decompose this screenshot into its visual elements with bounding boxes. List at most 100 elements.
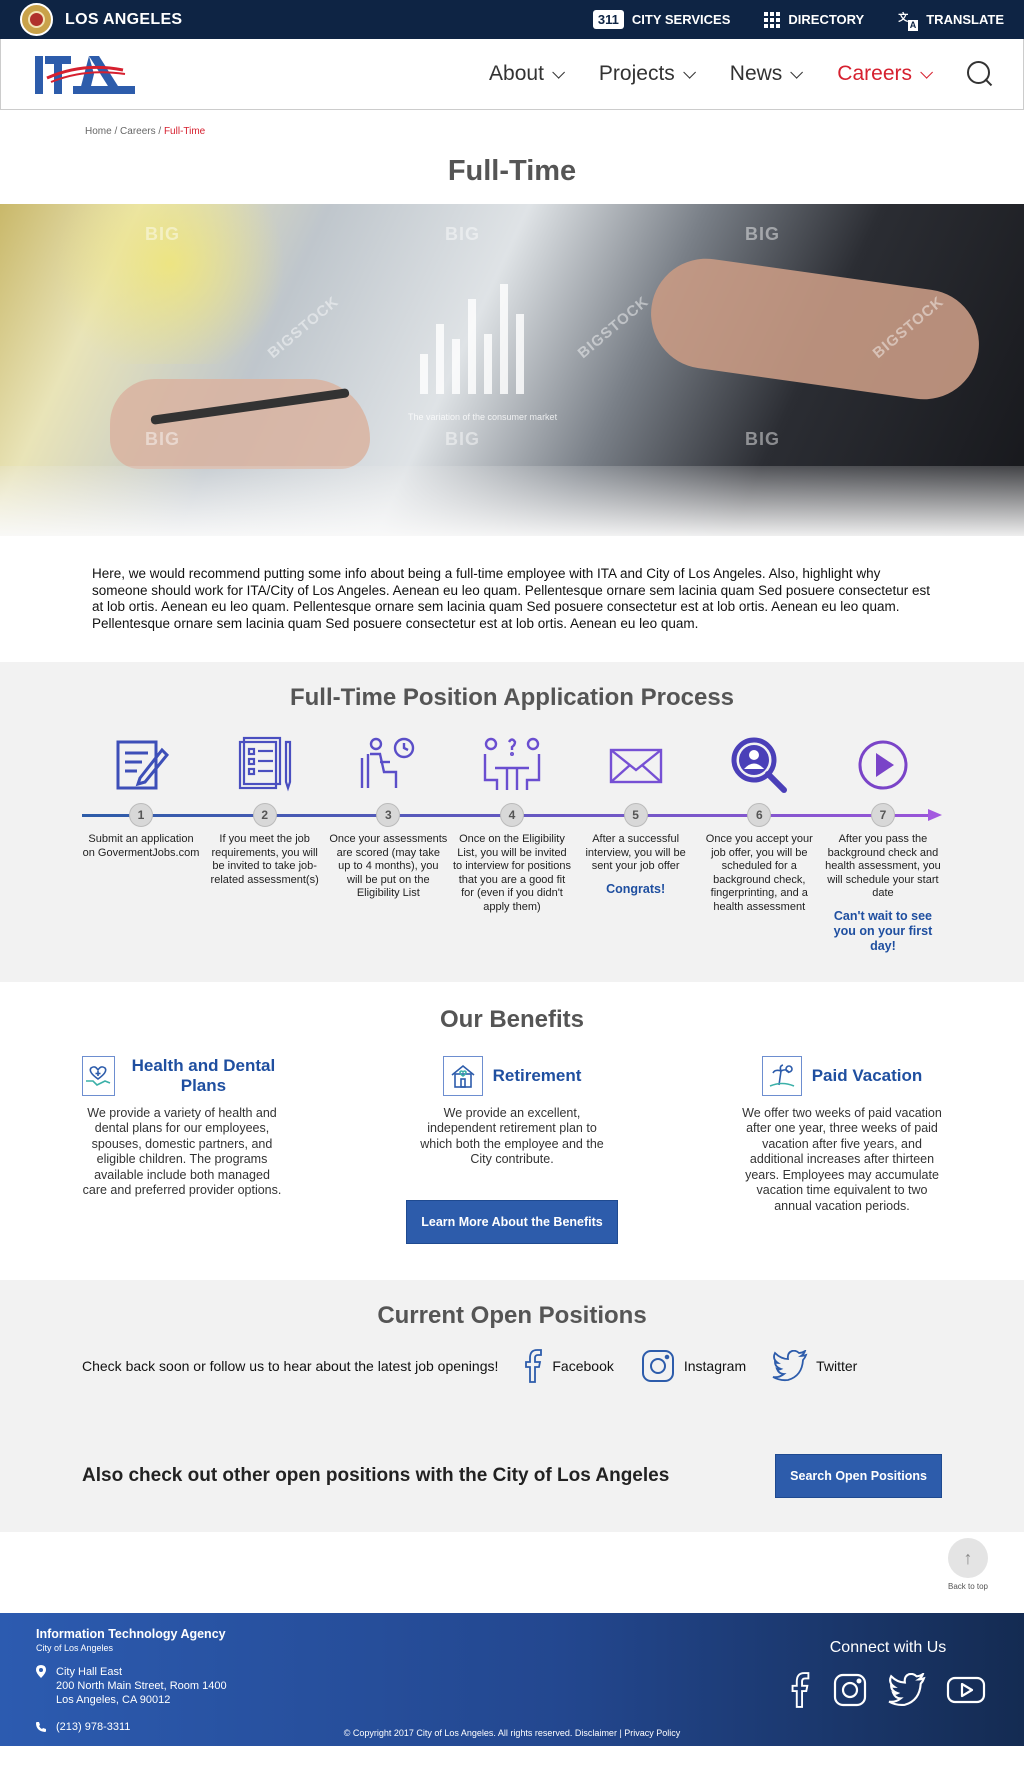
nav-careers[interactable]: Careers (837, 62, 933, 86)
twitter-label: Twitter (816, 1358, 858, 1374)
nav-projects-label: Projects (598, 62, 675, 85)
open-positions-section: Current Open Positions Check back soon o… (0, 1280, 1024, 1532)
page-title: Full-Time (447, 155, 577, 187)
house-icon (442, 1055, 483, 1096)
facebook-label: Facebook (552, 1358, 614, 1374)
hologram-bars (420, 284, 524, 394)
directory-link[interactable]: DIRECTORY (764, 11, 865, 28)
nav-news[interactable]: News (730, 62, 804, 86)
main-nav: About Projects News Careers (0, 39, 1024, 110)
benefit-title: Paid Vacation (811, 1065, 923, 1085)
benefit-text: We provide a variety of health and denta… (82, 1105, 282, 1198)
step-number: 2 (252, 803, 277, 827)
step-description: Submit an application on GovermentJobs.c… (82, 833, 200, 859)
ita-logo[interactable] (33, 48, 137, 100)
health-hands-icon (82, 1055, 115, 1096)
footer-addr-line: 200 North Main Street, Room 1400 (56, 1680, 227, 1692)
connect-title: Connect with Us (829, 1639, 947, 1656)
city-services-label: CITY SERVICES (631, 12, 731, 27)
watermark: BIG (745, 429, 781, 449)
facebook-icon (525, 1349, 543, 1383)
instagram-link[interactable]: Instagram (640, 1348, 746, 1384)
process-step: 2 If you meet the job requirements, you … (206, 734, 324, 954)
footer-addr-line: Los Angeles, CA 90012 (56, 1694, 171, 1706)
step-number: 3 (376, 803, 401, 827)
chevron-down-icon (790, 65, 804, 79)
search-icon[interactable] (967, 61, 993, 87)
translate-label: TRANSLATE (926, 12, 1004, 27)
city-seal-icon (20, 3, 53, 36)
application-process-section: Full-Time Position Application Process 1… (0, 662, 1024, 982)
benefit-card: Paid Vacation We offer two weeks of paid… (742, 1055, 942, 1215)
person-waiting-clock-icon (357, 734, 419, 796)
benefits-section: Our Benefits Health and Dental Plans We … (0, 982, 1024, 1281)
breadcrumb-careers[interactable]: Careers (120, 126, 156, 137)
hologram-caption: The variation of the consumer market (408, 412, 558, 422)
intro-paragraph: Here, we would recommend putting some in… (92, 566, 930, 631)
step-description: After a successful interview, you will b… (585, 833, 686, 872)
step-number: 1 (129, 803, 153, 827)
step-emphasis: Can't wait to see you on your first day! (833, 908, 933, 953)
beach-icon (761, 1055, 802, 1096)
step-description: Once your assessments are scored (may ta… (329, 833, 448, 899)
chevron-down-icon (920, 65, 933, 79)
badge-311: 311 (592, 10, 624, 29)
step-number: 5 (623, 803, 648, 827)
positions-title: Current Open Positions (377, 1302, 647, 1329)
twitter-icon[interactable] (888, 1673, 926, 1707)
step-emphasis: Congrats! (606, 881, 666, 896)
benefit-text: We provide an excellent, independent ret… (420, 1105, 604, 1167)
breadcrumb-home[interactable]: Home (85, 126, 112, 137)
benefit-card: Health and Dental Plans We provide a var… (82, 1055, 282, 1215)
benefit-card: Retirement We provide an excellent, inde… (412, 1055, 612, 1215)
back-to-top-label: Back to top (947, 1582, 989, 1591)
directory-label: DIRECTORY (788, 12, 865, 27)
translate-link[interactable]: 文A TRANSLATE (898, 11, 1004, 31)
step-number: 6 (747, 803, 772, 827)
watermark: BIGSTOCK (574, 293, 653, 362)
back-to-top[interactable]: ↑ Back to top (938, 1538, 998, 1591)
instagram-label: Instagram (683, 1358, 747, 1374)
instagram-icon[interactable] (832, 1672, 868, 1708)
instagram-icon (641, 1350, 674, 1382)
process-step: 4 Once on the Eligibility List, you will… (453, 734, 571, 954)
nav-projects[interactable]: Projects (598, 62, 696, 86)
process-step: 6 Once you accept your job offer, you wi… (700, 734, 818, 954)
nav-careers-label: Careers (837, 62, 912, 85)
process-step: 7 After you pass the background check an… (824, 734, 942, 954)
chevron-down-icon (552, 65, 565, 79)
nav-about[interactable]: About (489, 62, 565, 86)
step-description: If you meet the job requirements, you wi… (210, 833, 319, 886)
step-description: Once you accept your job offer, you will… (705, 833, 813, 913)
step-description: Once on the Eligibility List, you will b… (452, 833, 571, 913)
checklist-icon (234, 734, 296, 796)
benefit-title: Retirement (492, 1065, 582, 1085)
city-brand[interactable]: LOS ANGELES (20, 3, 182, 36)
benefit-title: Health and Dental Plans (131, 1055, 276, 1095)
twitter-icon (772, 1350, 808, 1382)
breadcrumb-separator: / (155, 126, 164, 137)
grid-icon (764, 11, 781, 28)
translate-icon: 文A (898, 12, 919, 31)
facebook-link[interactable]: Facebook (524, 1348, 614, 1384)
search-open-positions-button[interactable]: Search Open Positions (775, 1454, 942, 1498)
watermark: BIG (145, 429, 181, 449)
twitter-link[interactable]: Twitter (772, 1350, 857, 1382)
facebook-icon[interactable] (790, 1671, 812, 1709)
benefit-text: We offer two weeks of paid vacation afte… (742, 1105, 942, 1213)
breadcrumb: Home / Careers / Full-Time (0, 110, 1024, 137)
chevron-down-icon (683, 65, 696, 79)
city-name: LOS ANGELES (65, 10, 183, 28)
learn-more-benefits-button[interactable]: Learn More About the Benefits (406, 1200, 618, 1244)
follow-text: Check back soon or follow us to hear abo… (82, 1358, 499, 1374)
breadcrumb-current: Full-Time (163, 126, 206, 137)
hero-image: The variation of the consumer market BIG… (0, 204, 1024, 536)
footer-addr-line: City Hall East (56, 1666, 123, 1678)
watermark: BIG (445, 429, 481, 449)
hand-shape (643, 251, 987, 407)
play-icon (852, 734, 914, 796)
desk-shape (0, 466, 1024, 536)
city-services-link[interactable]: 311 CITY SERVICES (592, 10, 731, 29)
youtube-icon[interactable] (946, 1675, 986, 1705)
nav-about-label: About (489, 62, 544, 85)
